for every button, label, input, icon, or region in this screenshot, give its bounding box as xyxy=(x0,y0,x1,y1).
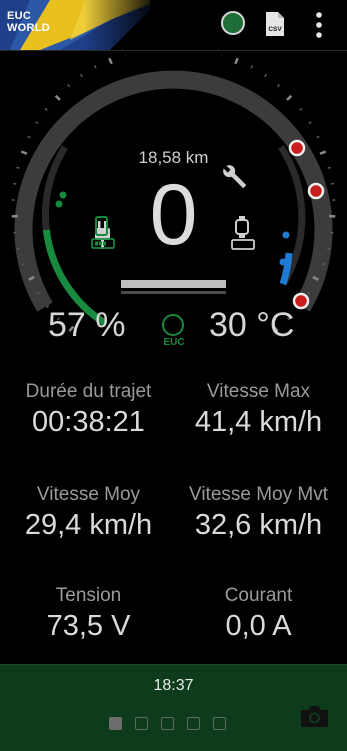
gauge-tick xyxy=(300,108,302,110)
battery-percent: 57 % xyxy=(48,306,126,345)
speed-bar xyxy=(121,280,226,294)
stat-value-max-speed: 41,4 km/h xyxy=(172,406,345,439)
temperature: 30 °C xyxy=(209,306,294,345)
euc-ring-icon xyxy=(162,314,184,336)
gauge-tick xyxy=(317,136,320,137)
page-dot-5[interactable] xyxy=(213,717,226,730)
csv-icon-text: CSV xyxy=(268,26,282,33)
page-dot-3[interactable] xyxy=(161,717,174,730)
stat-label-trip-duration: Durée du trajet xyxy=(2,381,175,403)
stat-value-avg-speed: 29,4 km/h xyxy=(2,509,175,542)
gauge-tick xyxy=(277,84,279,86)
euc-connection-badge[interactable]: EUC xyxy=(158,314,190,352)
page-dot-4[interactable] xyxy=(187,717,200,730)
page-indicator xyxy=(109,717,239,735)
csv-file-icon[interactable]: CSV xyxy=(265,11,285,37)
stat-value-voltage: 73,5 V xyxy=(2,610,175,643)
camera-icon[interactable] xyxy=(299,703,330,729)
app-logo: EUC WORLD xyxy=(0,0,150,50)
logo-text: EUC WORLD xyxy=(7,10,50,34)
gauge-tick xyxy=(109,58,111,64)
connection-status-icon[interactable] xyxy=(221,11,245,35)
stat-label-voltage: Tension xyxy=(2,585,175,607)
gauge-tick xyxy=(36,122,39,124)
stat-value-trip-duration: 00:38:21 xyxy=(2,406,175,439)
gauge-tick xyxy=(265,74,267,76)
gauge-tick xyxy=(95,66,96,69)
gauge-tick xyxy=(81,74,83,76)
gauge-tick xyxy=(68,84,70,86)
euc-label: EUC xyxy=(158,337,190,348)
stat-label-avg-moving-speed: Vitesse Moy Mvt xyxy=(172,484,345,506)
gauge-tick xyxy=(309,122,312,124)
gauge-tick xyxy=(45,108,47,110)
current-speed: 0 xyxy=(0,165,347,265)
more-vert-icon[interactable] xyxy=(310,11,328,39)
gauge-tick xyxy=(251,66,252,69)
gauge-tick xyxy=(28,136,31,137)
gauge-tick xyxy=(287,96,291,100)
gauge-tick xyxy=(56,96,60,100)
stat-value-current: 0,0 A xyxy=(172,610,345,643)
logo-line2: WORLD xyxy=(7,22,50,34)
alarm-marker-3 xyxy=(294,294,308,308)
stat-label-current: Courant xyxy=(172,585,345,607)
stat-label-max-speed: Vitesse Max xyxy=(172,381,345,403)
page-dot-1[interactable] xyxy=(109,717,122,730)
bottom-bar: 18:37 xyxy=(0,664,347,751)
logo-line1: EUC xyxy=(7,10,50,22)
stat-value-avg-moving-speed: 32,6 km/h xyxy=(172,509,345,542)
clock-time: 18:37 xyxy=(0,677,347,695)
stat-label-avg-speed: Vitesse Moy xyxy=(2,484,175,506)
gauge-tick xyxy=(235,58,237,64)
app-bar: EUC WORLD CSV xyxy=(0,0,347,51)
page-dot-2[interactable] xyxy=(135,717,148,730)
